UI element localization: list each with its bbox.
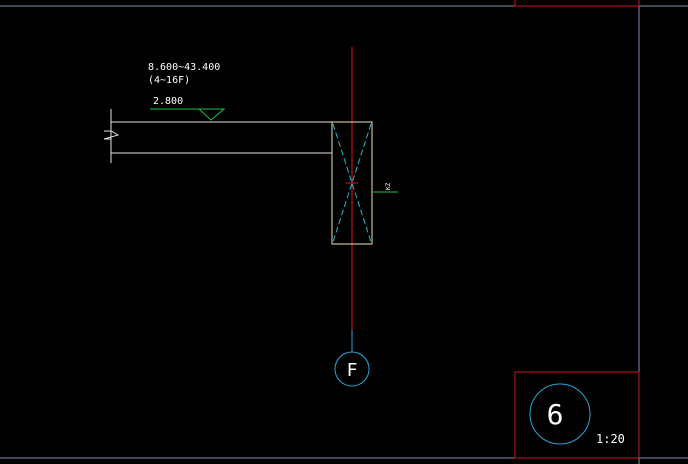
- cad-drawing-viewport[interactable]: KZ 8.600~43.400 (4~16F) 2.800 F 6 1:20: [0, 0, 688, 464]
- grid-axis-label: F: [347, 360, 358, 381]
- title-block-top: [514, 0, 640, 7]
- detail-number-text: 6: [547, 398, 564, 431]
- cad-drawing-canvas[interactable]: KZ 8.600~43.400 (4~16F) 2.800 F 6 1:20: [0, 0, 688, 464]
- detail-scale-text: 1:20: [596, 432, 625, 446]
- elevation-range-text: 8.600~43.400: [148, 62, 220, 73]
- floor-range-text: (4~16F): [148, 75, 190, 86]
- level-triangle-icon: [197, 108, 226, 121]
- column-tag-text: KZ: [385, 182, 392, 190]
- level-value-text: 2.800: [153, 96, 183, 107]
